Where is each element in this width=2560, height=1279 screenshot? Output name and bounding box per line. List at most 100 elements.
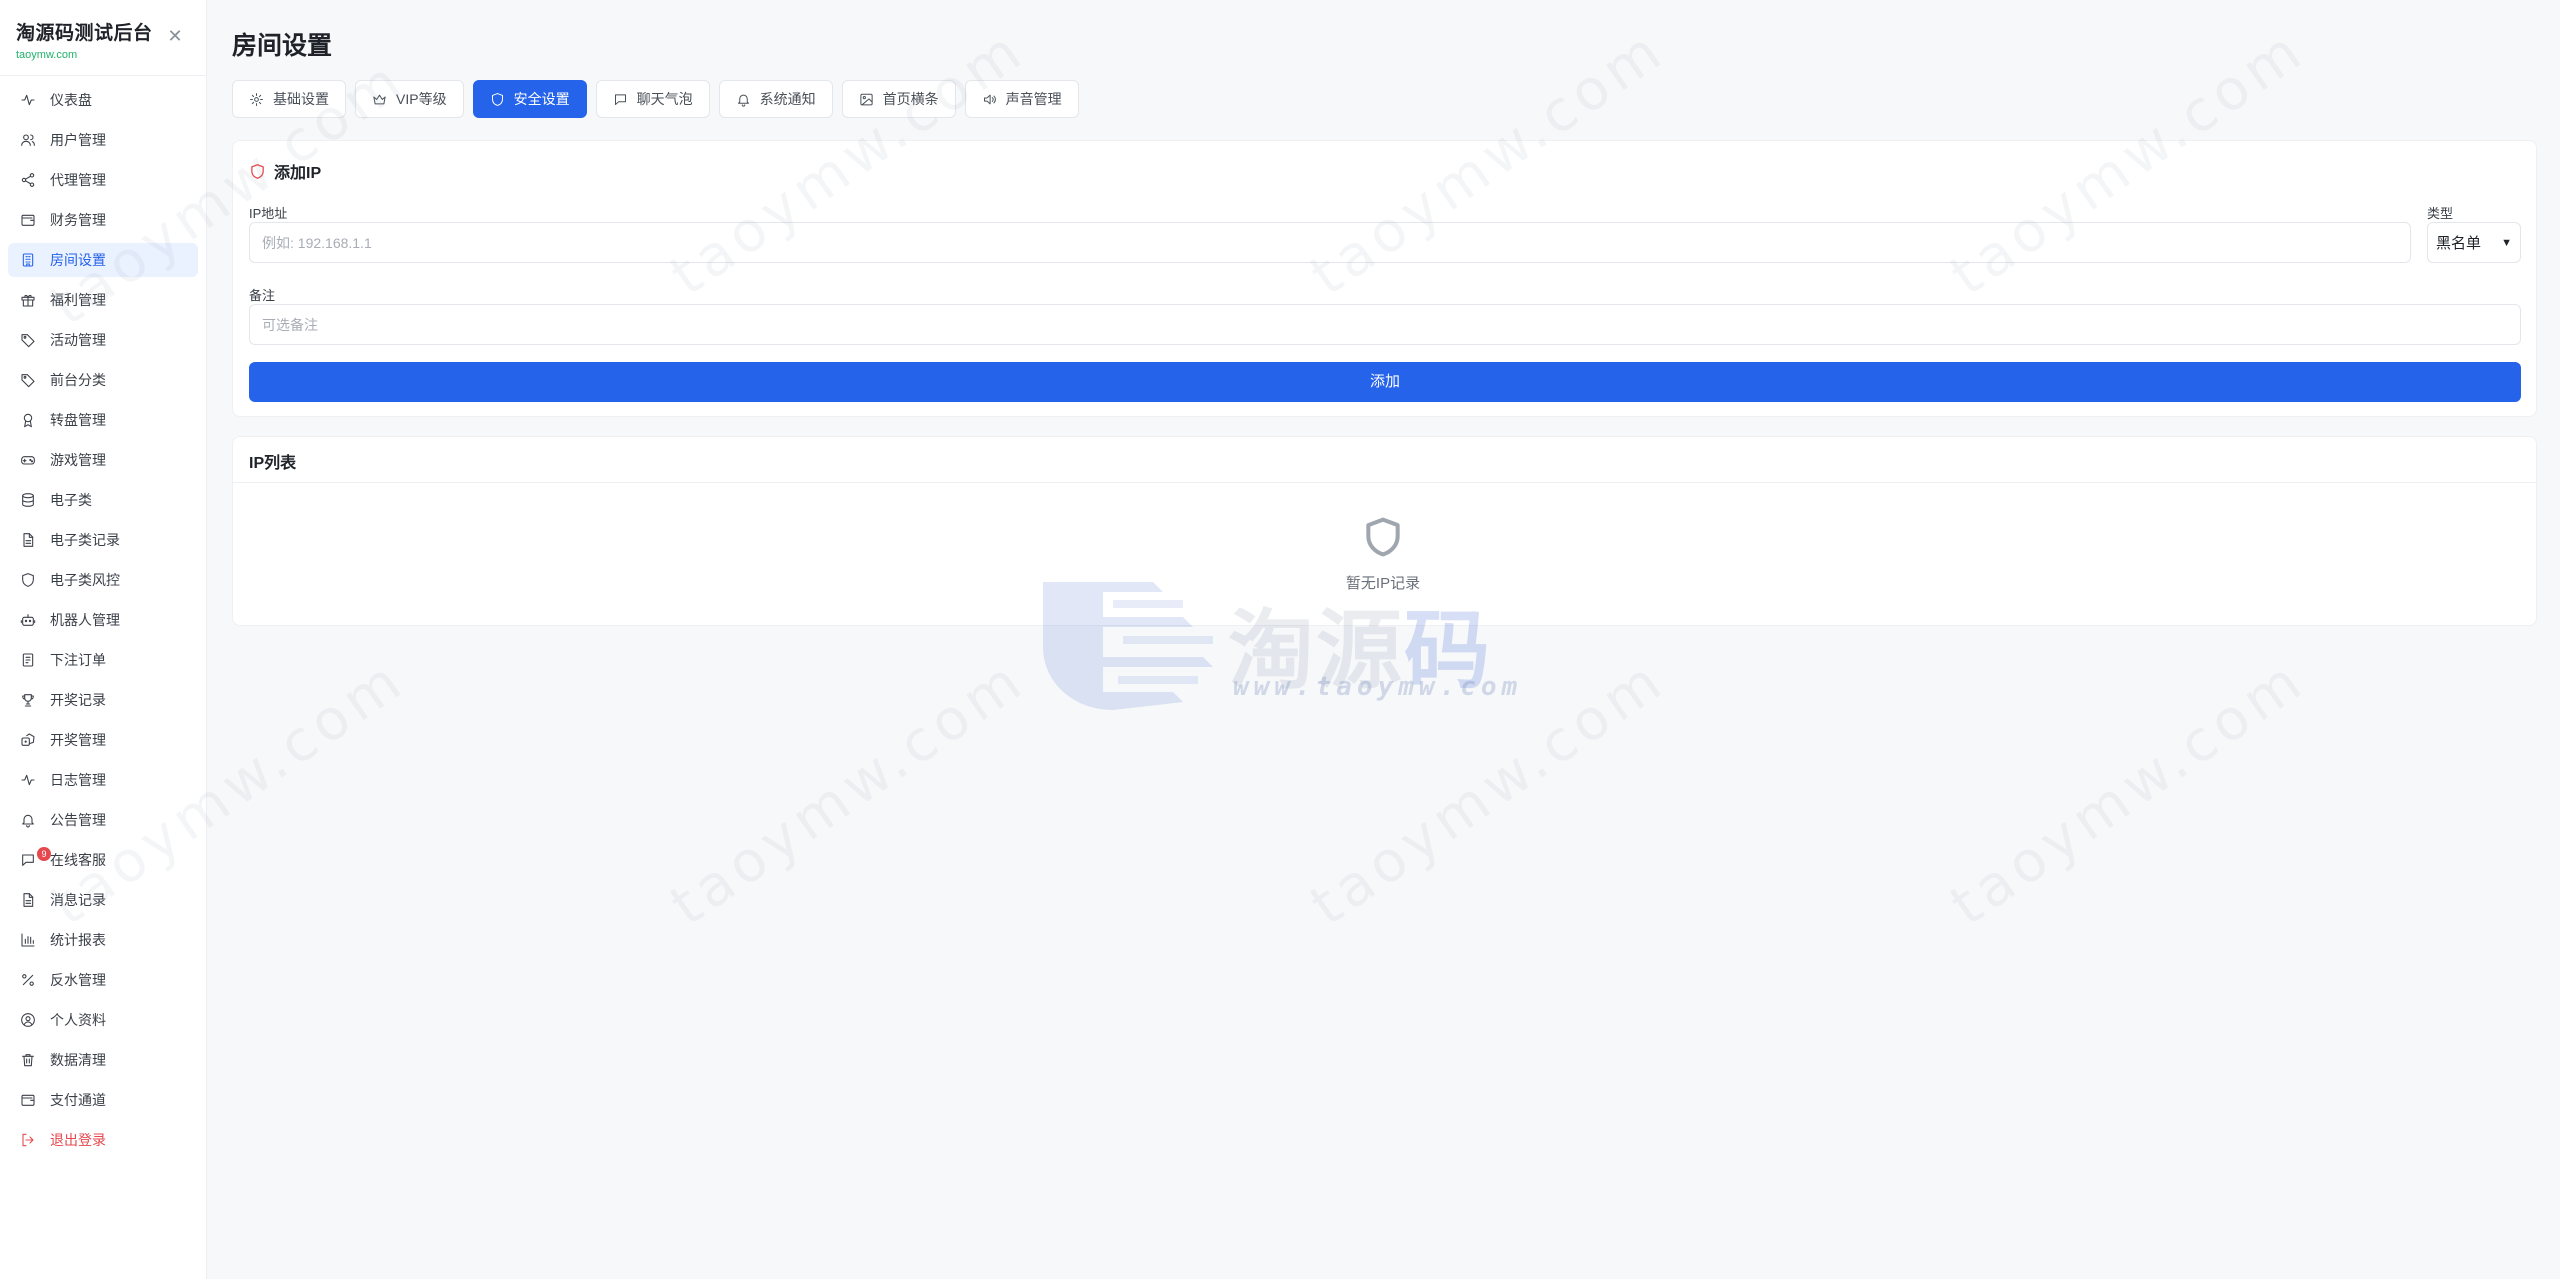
sidebar-item-label: 统计报表 (50, 932, 106, 948)
message-icon (22, 854, 34, 866)
sidebar-item-label: 数据清理 (50, 1052, 106, 1068)
tab-label: 聊天气泡 (636, 91, 693, 107)
add-ip-title: 添加IP (249, 159, 321, 183)
sidebar-item-label: 电子类 (50, 492, 92, 508)
tab-0[interactable]: 基础设置 (232, 80, 346, 118)
sidebar-item-label: 房间设置 (50, 252, 106, 268)
wallet-icon (21, 214, 35, 226)
type-select[interactable]: 黑名单 ▼ (2427, 222, 2521, 263)
sidebar-item-8[interactable]: 转盘管理 (8, 403, 198, 437)
sidebar-item-21[interactable]: 统计报表 (8, 923, 198, 957)
sidebar-item-26[interactable]: 退出登录 (8, 1123, 198, 1157)
add-ip-card: 添加IP IP地址 类型 黑名单 ▼ 备注 添加 (232, 140, 2537, 417)
user-circle-icon (21, 1013, 35, 1027)
sidebar-item-label: 日志管理 (50, 772, 106, 788)
file-icon (23, 533, 34, 547)
shield-icon (491, 92, 503, 106)
sidebar-item-14[interactable]: 下注订单 (8, 643, 198, 677)
note-input[interactable] (249, 304, 2521, 345)
tab-label: 系统通知 (759, 91, 816, 107)
chevron-down-icon: ▼ (2501, 236, 2512, 249)
sidebar-item-4[interactable]: 房间设置 (8, 243, 198, 277)
users-icon (21, 134, 35, 146)
brand-title: 淘源码测试后台 (16, 23, 153, 44)
volume-icon (983, 94, 996, 104)
database-icon (22, 493, 34, 507)
building-icon (22, 253, 34, 267)
tab-4[interactable]: 系统通知 (718, 80, 833, 118)
gamepad-icon (21, 456, 35, 465)
sidebar-item-23[interactable]: 个人资料 (8, 1003, 198, 1037)
crown-icon (373, 94, 386, 104)
sidebar-item-10[interactable]: 电子类 (8, 483, 198, 517)
sidebar-item-12[interactable]: 电子类风控 (8, 563, 198, 597)
brand-subtitle: taoymw.com (16, 49, 78, 61)
tab-label: 声音管理 (1005, 91, 1062, 107)
sidebar-item-19[interactable]: 在线客服 9 (8, 843, 198, 877)
tag-icon (21, 334, 35, 348)
sidebar-item-7[interactable]: 前台分类 (8, 363, 198, 397)
sidebar-item-25[interactable]: 支付通道 (8, 1083, 198, 1117)
sidebar-item-label: 支付通道 (50, 1092, 106, 1108)
sidebar: 淘源码测试后台 taoymw.com ✕ 仪表盘用户管理代理管理财务管理房间设置… (0, 0, 207, 1279)
sidebar-item-6[interactable]: 活动管理 (8, 323, 198, 357)
tab-5[interactable]: 首页横条 (841, 80, 956, 118)
sidebar-item-label: 电子类风控 (50, 572, 120, 588)
sidebar-item-label: 开奖记录 (50, 692, 106, 708)
unread-badge: 9 (37, 847, 51, 861)
sidebar-item-label: 前台分类 (50, 372, 106, 388)
sidebar-item-label: 开奖管理 (50, 732, 106, 748)
logout-icon (22, 1133, 34, 1147)
sidebar-item-label: 代理管理 (50, 172, 106, 188)
settings-tabs: 基础设置 VIP等级 安全设置 聊天气泡 系统通知 首页横条 声音管理 (232, 80, 1079, 118)
sidebar-item-label: 福利管理 (50, 292, 106, 308)
sidebar-item-label: 反水管理 (50, 972, 106, 988)
sidebar-item-22[interactable]: 反水管理 (8, 963, 198, 997)
sidebar-item-label: 游戏管理 (50, 452, 106, 468)
dice-icon (21, 733, 35, 746)
sidebar-item-18[interactable]: 公告管理 (8, 803, 198, 837)
sidebar-item-0[interactable]: 仪表盘 (8, 83, 198, 117)
activity-icon (21, 94, 35, 106)
close-icon[interactable]: ✕ (165, 26, 185, 46)
sidebar-item-label: 在线客服 (50, 852, 106, 868)
sidebar-item-label: 仪表盘 (50, 92, 92, 108)
tab-6[interactable]: 声音管理 (964, 80, 1079, 118)
sidebar-item-label: 个人资料 (50, 1012, 106, 1028)
percent-icon (22, 974, 34, 986)
main-content: 房间设置 基础设置 VIP等级 安全设置 聊天气泡 系统通知 首页横条 声音管理 添加IP … (232, 0, 2537, 1279)
receipt-icon (22, 653, 34, 667)
ip-address-input[interactable] (249, 222, 2411, 263)
sidebar-item-5[interactable]: 福利管理 (8, 283, 198, 317)
wallet-icon (21, 1094, 35, 1106)
divider (0, 75, 207, 76)
tab-label: VIP等级 (396, 91, 447, 107)
sidebar-item-24[interactable]: 数据清理 (8, 1043, 198, 1077)
sidebar-item-17[interactable]: 日志管理 (8, 763, 198, 797)
message-icon (614, 93, 626, 105)
bar-chart-icon (21, 933, 35, 947)
sidebar-item-20[interactable]: 消息记录 (8, 883, 198, 917)
file-icon (23, 893, 34, 907)
shield-icon (251, 163, 264, 179)
type-label: 类型 (2427, 206, 2454, 221)
tab-2[interactable]: 安全设置 (472, 80, 587, 118)
sidebar-item-16[interactable]: 开奖管理 (8, 723, 198, 757)
sidebar-menu: 仪表盘用户管理代理管理财务管理房间设置福利管理活动管理前台分类转盘管理游戏管理电… (8, 83, 198, 1163)
sidebar-item-label: 机器人管理 (50, 612, 120, 628)
sidebar-item-1[interactable]: 用户管理 (8, 123, 198, 157)
sidebar-item-3[interactable]: 财务管理 (8, 203, 198, 237)
sidebar-item-9[interactable]: 游戏管理 (8, 443, 198, 477)
tab-1[interactable]: VIP等级 (355, 80, 464, 118)
sidebar-item-2[interactable]: 代理管理 (8, 163, 198, 197)
sidebar-item-11[interactable]: 电子类记录 (8, 523, 198, 557)
note-label: 备注 (249, 288, 276, 303)
award-icon (23, 413, 33, 428)
gift-icon (21, 294, 35, 307)
add-ip-button[interactable]: 添加 (249, 362, 2521, 402)
sidebar-item-label: 电子类记录 (50, 532, 120, 548)
sidebar-item-15[interactable]: 开奖记录 (8, 683, 198, 717)
sidebar-item-13[interactable]: 机器人管理 (8, 603, 198, 637)
tab-3[interactable]: 聊天气泡 (595, 80, 710, 118)
image-icon (859, 93, 873, 105)
